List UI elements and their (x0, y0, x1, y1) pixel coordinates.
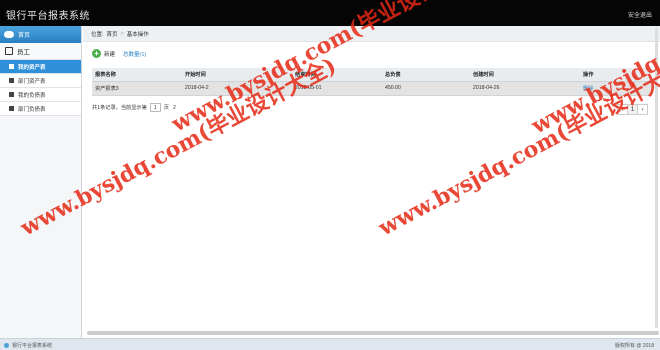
page-input[interactable]: 1 (149, 103, 161, 112)
sidebar-group-label: 员工 (17, 49, 30, 56)
toolbar: + 新建 总数量(1) (92, 49, 146, 58)
sidebar-item-my-assets[interactable]: 我的资产表 (0, 60, 81, 74)
sidebar-group-employee[interactable]: 员工 (0, 43, 81, 60)
table-cell: 2018-05-01 (292, 81, 382, 96)
total-count: 总数量(1) (123, 51, 147, 58)
footer-left-text: 银行平台报表系统 (12, 343, 53, 349)
vertical-scrollbar[interactable] (655, 28, 658, 328)
table-cell: 450.00 (382, 81, 470, 96)
list-icon (9, 64, 14, 69)
list-icon (9, 92, 14, 97)
sidebar-item-my-liabilities[interactable]: 我的负债表 (0, 88, 81, 102)
column-header: 操作 (580, 68, 652, 82)
horizontal-scrollbar[interactable] (87, 331, 659, 335)
sidebar-item-label: 我的负债表 (18, 92, 46, 99)
pagination: ‹ 1 › (617, 104, 648, 115)
breadcrumb-current: 基本操作 (126, 31, 149, 38)
cloud-icon (4, 31, 14, 38)
plus-icon: + (92, 49, 101, 58)
sidebar-item-label: 部门资产表 (18, 78, 46, 85)
delete-link[interactable]: 删除 (583, 86, 593, 92)
pagination-summary: 共1条记录，当前显示第 (92, 105, 147, 111)
app-icon (4, 343, 9, 348)
table-cell: 删除 (580, 81, 652, 96)
sidebar: 首页 员工 我的资产表 部门资产表 我的负债表 部门负债表 (0, 26, 82, 338)
pagination-tail: 2 (172, 104, 176, 111)
sidebar-home-label: 首页 (18, 33, 31, 39)
sidebar-item-label: 部门负债表 (18, 106, 46, 113)
column-header: 开始时间 (182, 68, 292, 82)
footer-left: 银行平台报表系统 (4, 342, 52, 349)
pagination-info: 共1条记录，当前显示第 1 页 2 (92, 103, 176, 112)
pagination-suffix: 页 (163, 105, 169, 111)
footer-right-text: 版权所有 @ 2018 (615, 343, 654, 349)
table-header-row: 报表名称 开始时间 结束时间 总负债 创建时间 操作 (92, 68, 652, 82)
sidebar-home[interactable]: 首页 (0, 26, 81, 43)
list-icon (9, 78, 14, 83)
column-header: 结束时间 (292, 68, 382, 82)
column-header: 总负债 (382, 68, 470, 82)
app-title: 银行平台报表系统 (6, 11, 90, 22)
table-cell: 资产报表3 (92, 81, 182, 96)
breadcrumb-prefix: 位置: (91, 31, 104, 38)
table-cell: 2018-04-2 (182, 81, 292, 96)
sidebar-item-label: 我的资产表 (18, 64, 46, 71)
column-header: 创建时间 (470, 68, 580, 82)
table-cell: 2018-04-26 (470, 81, 580, 96)
sidebar-item-dept-liabilities[interactable]: 部门负债表 (0, 102, 81, 116)
logout-link[interactable]: 安全退出 (628, 10, 652, 19)
next-page-button[interactable]: › (637, 104, 648, 115)
breadcrumb-separator: > (120, 30, 124, 37)
add-button-label: 新建 (104, 51, 116, 58)
list-icon (9, 106, 14, 111)
add-button[interactable]: + 新建 (92, 49, 115, 58)
edit-icon (5, 47, 13, 55)
sidebar-item-dept-assets[interactable]: 部门资产表 (0, 74, 81, 88)
footer: 银行平台报表系统 版权所有 @ 2018 (0, 338, 660, 350)
breadcrumb: 位置: 首页 > 基本操作 (83, 26, 660, 42)
table-row[interactable]: 资产报表3 2018-04-2 2018-05-01 450.00 2018-0… (92, 81, 652, 96)
report-table: 报表名称 开始时间 结束时间 总负债 创建时间 操作 资产报表3 2018-04… (92, 68, 652, 96)
main-panel: 位置: 首页 > 基本操作 + 新建 总数量(1) 报表名称 开始时间 结束时间… (83, 26, 660, 338)
top-bar: 银行平台报表系统 安全退出 (0, 0, 660, 26)
breadcrumb-home[interactable]: 首页 (107, 30, 118, 38)
column-header: 报表名称 (92, 68, 182, 82)
